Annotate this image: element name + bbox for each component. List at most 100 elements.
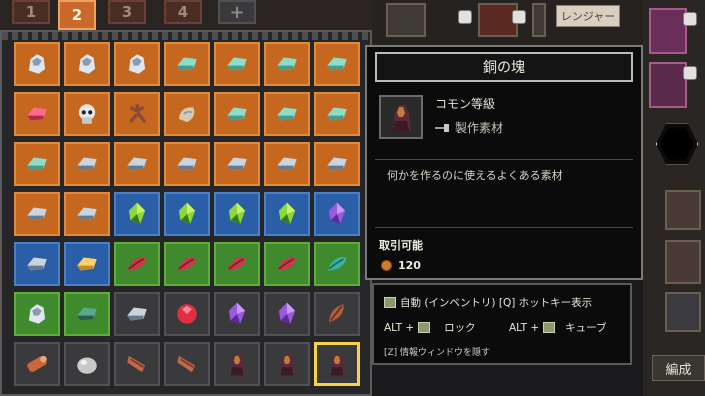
inventory-slot[interactable] [164, 342, 210, 386]
gem-green-icon [278, 202, 296, 224]
character-portrait[interactable] [649, 8, 687, 54]
inventory-slot[interactable] [214, 342, 260, 386]
ingot-teal-icon [177, 57, 197, 71]
ore-white-icon [128, 54, 146, 74]
inventory-slot[interactable] [14, 242, 60, 286]
inventory-slot[interactable] [314, 192, 360, 236]
ingot-teal-icon [277, 57, 297, 71]
inventory-tab-4[interactable]: 4 [164, 0, 202, 24]
inventory-slot[interactable] [14, 192, 60, 236]
inventory-slot[interactable] [264, 42, 310, 86]
equipment-slot[interactable] [665, 240, 701, 284]
inventory-slot[interactable] [164, 242, 210, 286]
sell-price: 120 [398, 259, 421, 272]
class-label-ranger: レンジャー [556, 5, 620, 27]
inventory-slot[interactable] [14, 342, 60, 386]
hide-info-text: [Z] 情報ウィンドウを隠す [384, 348, 491, 358]
inventory-slot[interactable] [14, 42, 60, 86]
ingot-silver-icon [177, 157, 197, 171]
inventory-slot[interactable] [264, 142, 310, 186]
inventory-slot[interactable] [114, 242, 160, 286]
inventory-slot[interactable] [214, 42, 260, 86]
inventory-slot[interactable] [64, 292, 110, 336]
inventory-slot[interactable] [114, 192, 160, 236]
inventory-slot[interactable] [114, 42, 160, 86]
alt-key-text: ALT + [384, 321, 415, 334]
item-category-row: 製作素材 [435, 119, 503, 136]
inventory-slot[interactable] [114, 92, 160, 136]
inventory-slot[interactable] [214, 292, 260, 336]
hammer-icon [435, 123, 449, 132]
leaf-red-icon [177, 256, 197, 271]
formation-button[interactable]: 編成 [652, 355, 705, 381]
inventory-slot[interactable] [314, 342, 360, 386]
leaf-red-icon [227, 256, 247, 271]
hotkey-auto-text: 自動 (インベントリ) [Q] ホットキー表示 [400, 297, 593, 309]
item-icon-frame [379, 95, 423, 139]
leaf-teal-icon [327, 256, 347, 271]
inventory-slot[interactable] [314, 292, 360, 336]
inventory-tab-2[interactable]: 2 [58, 0, 96, 30]
ingot-silver-icon [77, 207, 97, 221]
equipment-slot[interactable] [665, 292, 701, 332]
gem-purple-icon [328, 202, 346, 224]
party-slot[interactable] [532, 3, 546, 37]
inventory-slot[interactable] [314, 242, 360, 286]
inventory-tab-3[interactable]: 3 [108, 0, 146, 24]
inventory-slot[interactable] [164, 42, 210, 86]
inventory-tab-bar: 1 2 3 4 + [0, 0, 372, 30]
inventory-slot[interactable] [264, 342, 310, 386]
shell-icon [178, 107, 195, 123]
inventory-tab-1[interactable]: 1 [12, 0, 50, 24]
inventory-slot[interactable] [314, 142, 360, 186]
log-icon [27, 355, 47, 372]
add-tab-button[interactable]: + [218, 0, 256, 24]
inventory-slot[interactable] [114, 292, 160, 336]
ingot-teal-icon [227, 107, 247, 121]
inventory-slot[interactable] [64, 142, 110, 186]
inventory-slot[interactable] [264, 242, 310, 286]
ingot-gold-icon [77, 257, 97, 271]
cube-action-text: キューブ [565, 322, 607, 334]
inventory-slot[interactable] [164, 92, 210, 136]
inventory-slot[interactable] [64, 192, 110, 236]
ingot-darkteal-icon [77, 307, 97, 321]
inventory-slot[interactable] [164, 142, 210, 186]
inventory-slot[interactable] [264, 92, 310, 136]
leaf-red-icon [277, 256, 297, 271]
character-portrait[interactable] [649, 62, 687, 108]
inventory-slot[interactable] [314, 92, 360, 136]
inventory-slot[interactable] [64, 92, 110, 136]
lock-action-text: ロック [444, 322, 476, 334]
inventory-slot[interactable] [14, 292, 60, 336]
inventory-slot[interactable] [164, 192, 210, 236]
inventory-slot[interactable] [264, 192, 310, 236]
inventory-slot[interactable] [264, 292, 310, 336]
inventory-slot[interactable] [64, 242, 110, 286]
inventory-slot[interactable] [64, 342, 110, 386]
tradable-label: 取引可能 [379, 239, 423, 252]
inventory-slot[interactable] [314, 42, 360, 86]
inventory-slot[interactable] [164, 292, 210, 336]
inventory-slot[interactable] [214, 142, 260, 186]
gem-red-icon [177, 304, 197, 324]
ingot-silver-icon [277, 157, 297, 171]
copper-icon [330, 354, 346, 376]
hotkey-row: ALT + キューブ [509, 320, 607, 335]
inventory-slot[interactable] [14, 142, 60, 186]
party-slot[interactable] [386, 3, 426, 37]
wood-icon [177, 355, 196, 373]
inventory-slot[interactable] [114, 142, 160, 186]
mouse-icon [384, 297, 396, 308]
inventory-slot[interactable] [214, 242, 260, 286]
ore-white-icon [28, 304, 46, 324]
equipment-slot[interactable] [665, 190, 701, 230]
inventory-slot[interactable] [214, 92, 260, 136]
inventory-slot[interactable] [214, 192, 260, 236]
inventory-slot[interactable] [14, 92, 60, 136]
ingot-teal-icon [227, 57, 247, 71]
inventory-slot[interactable] [114, 342, 160, 386]
ingot-teal-icon [327, 107, 347, 121]
copper-icon [280, 354, 296, 376]
inventory-slot[interactable] [64, 42, 110, 86]
